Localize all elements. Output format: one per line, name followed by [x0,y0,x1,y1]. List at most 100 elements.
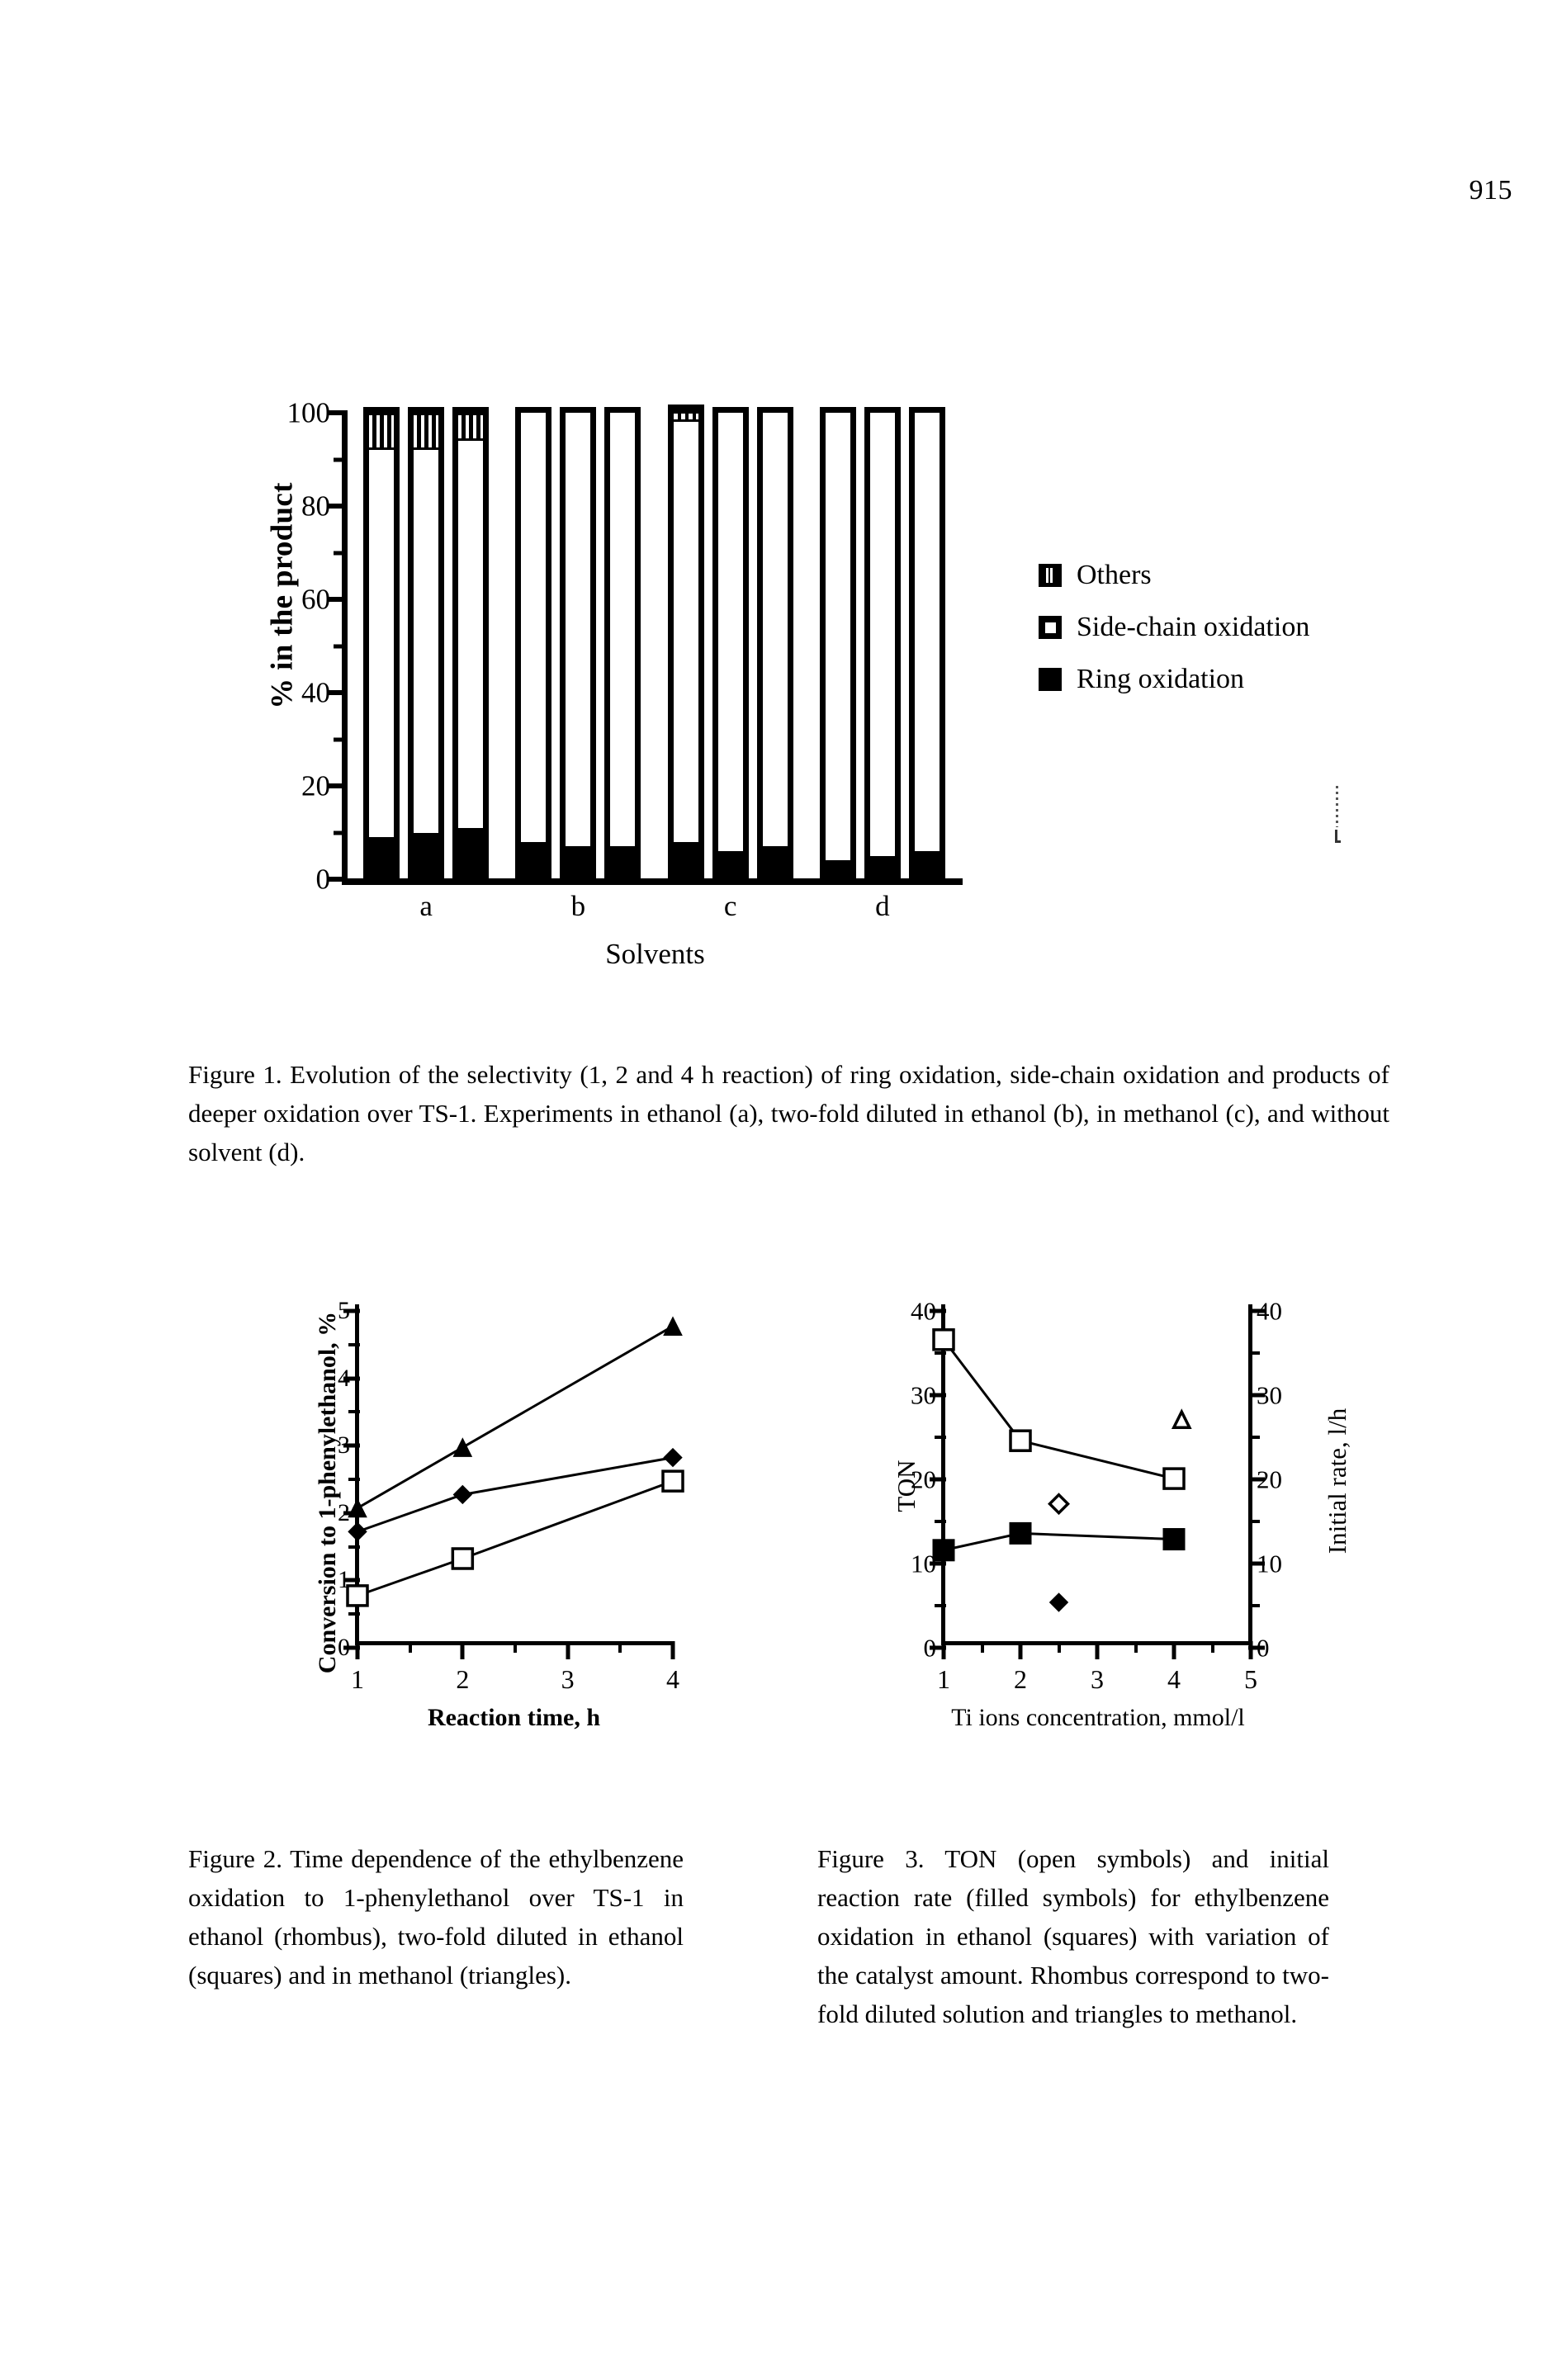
data-point-marker [1048,1592,1069,1612]
bar-top-cap [864,407,901,413]
figure-3-x-tick-label: 1 [937,1664,950,1694]
document-page: 915 % in the product 0 20 40 60 80 100 abcd S… [0,0,1562,2380]
figure-1-x-axis-title: Solvents [605,938,705,970]
hatch-pattern [414,415,439,448]
figure-1-legend: Others Side-chain oxidation Ring oxidati… [1039,560,1385,716]
legend-label-side-chain-oxidation: Side-chain oxidation [1077,612,1310,642]
bar-segment-side-chain-oxidation [363,450,400,838]
figure-1-stacked-bar [515,407,552,879]
bar-segment-side-chain-oxidation [408,450,445,833]
data-point-marker [663,1316,683,1336]
bar-segment-side-chain-oxidation [756,413,793,847]
bar-top-cap [667,405,704,411]
open-square-icon [1039,616,1062,639]
figure-1-stacked-bar [667,405,704,879]
bar-segment-ring-oxidation [712,851,749,879]
bar-top-cap [408,407,445,413]
figure-1-bar-group [819,407,945,879]
series-line [357,1456,674,1533]
bar-segment-ring-oxidation [452,827,490,879]
figure-1-stacked-bar [819,407,856,879]
data-point-marker [1162,1528,1186,1551]
hatch-pattern [369,415,395,448]
hatch-pattern [458,415,484,438]
series-line [357,1479,674,1597]
data-point-marker [932,1539,955,1562]
bar-segment-ring-oxidation [819,860,856,879]
data-point-marker [346,1584,369,1607]
figure-1-bars-area [348,405,963,879]
hatched-square-icon [1039,564,1062,587]
bar-segment-others [452,413,490,441]
bar-segment-ring-oxidation [408,832,445,879]
figure-3-x-tick-label: 5 [1244,1664,1257,1694]
data-point-marker [348,1498,367,1518]
figure-3-caption: Figure 3. TON (open symbols) and initial… [817,1844,1329,2029]
data-point-marker [452,1437,473,1457]
bar-segment-side-chain-oxidation [667,422,704,842]
figure-3-x-tick-label: 4 [1167,1664,1181,1694]
legend-label-ring-oxidation: Ring oxidation [1077,664,1245,694]
bar-segment-side-chain-oxidation [864,413,901,856]
series-line [942,1338,1175,1480]
figure-1-x-tick-label: b [570,890,586,922]
bar-segment-side-chain-oxidation [819,413,856,861]
figure-1-stacked-bar [712,407,749,879]
bar-segment-ring-oxidation [604,846,641,879]
data-point-marker [1171,1408,1192,1429]
data-point-marker [661,1469,684,1493]
legend-item-side-chain-oxidation: Side-chain oxidation [1039,612,1385,643]
hatch-pattern [673,414,698,420]
figure-1-bar-group [363,407,490,879]
bar-top-cap [560,407,597,413]
figure-1-y-axis-line [342,413,348,883]
bar-segment-side-chain-oxidation [560,413,597,847]
figure-2-x-tick-label: 3 [561,1664,575,1694]
figure-2-x-tick-labels: 1 2 3 4 [297,1664,727,1697]
figure-1-y-tick-label: 60 [301,583,330,616]
bar-segment-others [408,413,445,451]
figure-3-x-tick-label: 3 [1091,1664,1104,1694]
figure-1-stacked-bar [452,407,490,879]
figure-1-stacked-bar [864,407,901,879]
figure-2-caption: Figure 2. Time dependence of the ethylbe… [188,1844,684,1990]
figure-1-stacked-bar [604,407,641,879]
legend-item-others: Others [1039,560,1385,591]
bar-segment-ring-oxidation [363,837,400,879]
bar-top-cap [819,407,856,413]
bar-segment-side-chain-oxidation [604,413,641,847]
data-point-marker [451,1547,475,1570]
figure-2-x-axis-title: Reaction time, h [427,1704,601,1731]
figure-1-y-tick-label: 40 [301,676,330,709]
figure-1-y-tick-label: 100 [286,396,331,429]
figure-3-data-series [932,1328,1192,1612]
figure-1-stacked-bar [408,407,445,879]
figure-2: Conversion to 1-phenylethanol, % 012345 … [297,1299,727,1805]
figure-1-caption: Figure 1. Evolution of the selectivity (… [188,1060,1389,1167]
scan-artifact-mark [1336,786,1338,827]
series-line [943,1531,1175,1552]
data-point-marker [1009,1521,1032,1545]
bar-segment-ring-oxidation [667,841,704,879]
figure-1-x-tick-labels: a b c d [348,890,963,928]
bar-top-cap [712,407,749,413]
data-point-marker [1162,1467,1186,1490]
page-number: 915 [1469,175,1512,206]
figure-3-x-tick-labels: 1 2 3 4 5 [875,1664,1354,1697]
figure-1-x-tick-label: c [723,890,737,922]
data-point-marker [932,1328,955,1351]
figure-1-y-tick-labels: 0 20 40 60 80 100 [261,399,337,894]
bar-segment-side-chain-oxidation [908,413,945,852]
bar-segment-side-chain-oxidation [515,413,552,842]
figure-1-x-tick-label: d [875,890,890,922]
bar-top-cap [604,407,641,413]
figure-2-x-tick-label: 1 [351,1664,364,1694]
bar-segment-ring-oxidation [560,846,597,879]
series-line [357,1325,674,1510]
scan-artifact-bracket [1335,830,1341,843]
figure-3: TON Initial rate, l/h 010203040 01020304… [875,1299,1354,1805]
figure-1-plot: % in the product 0 20 40 60 80 100 abcd Solve… [188,399,1394,970]
figure-1-stacked-bar [908,407,945,879]
bar-segment-ring-oxidation [864,855,901,879]
data-point-marker [1009,1429,1032,1452]
